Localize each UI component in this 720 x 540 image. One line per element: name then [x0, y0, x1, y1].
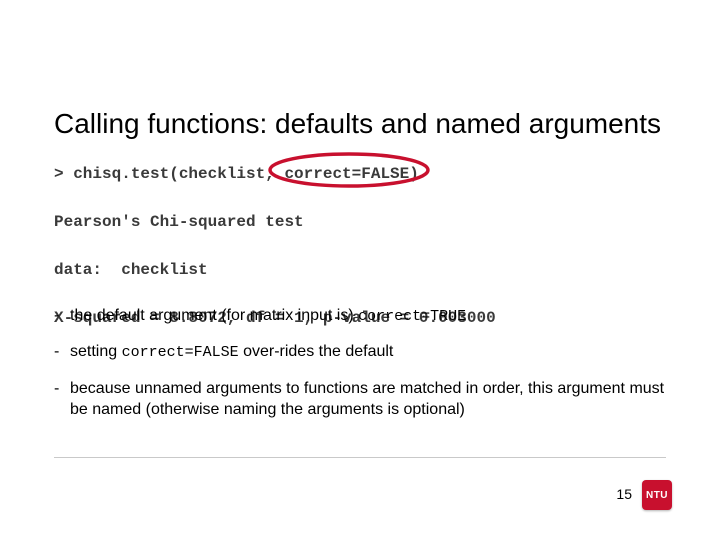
slide-title: Calling functions: defaults and named ar…	[54, 108, 680, 140]
inline-code: correct=FALSE	[122, 344, 239, 361]
bullet-text: over-rides the default	[239, 343, 394, 360]
bullet-dash-icon: -	[54, 378, 70, 421]
page-number: 15	[616, 486, 632, 502]
list-item: - setting correct=FALSE over-rides the d…	[54, 341, 670, 363]
bullet-text: because unnamed arguments to functions a…	[70, 380, 664, 419]
bullet-dash-icon: -	[54, 341, 70, 363]
bullet-text: setting	[70, 343, 122, 360]
code-line: Pearson's Chi-squared test	[54, 210, 496, 234]
inline-code: correct=TRUE	[358, 308, 466, 325]
code-line	[54, 234, 496, 258]
code-line: data: checklist	[54, 258, 496, 282]
bullet-list: - the default argument (for matrix input…	[54, 305, 670, 435]
annotation-circle-icon	[262, 149, 437, 191]
ntu-logo-icon: NTU	[642, 480, 672, 510]
list-item: - because unnamed arguments to functions…	[54, 378, 670, 421]
horizontal-rule	[54, 457, 666, 458]
list-item: - the default argument (for matrix input…	[54, 305, 670, 327]
code-line	[54, 282, 496, 306]
bullet-text: the default argument (for matrix input i…	[70, 307, 358, 324]
bullet-dash-icon: -	[54, 305, 70, 327]
